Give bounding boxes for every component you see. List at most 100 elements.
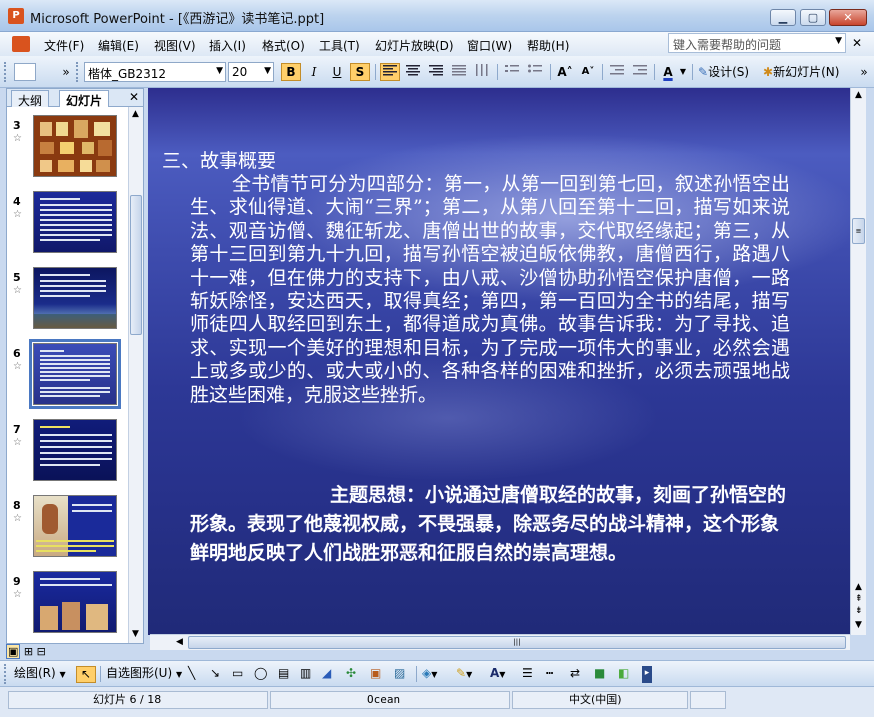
horizontal-scrollbar[interactable]: ◀ ||| [150,634,850,650]
font-name-select[interactable]: 楷体_GB2312 ▼ [84,62,226,82]
tab-slides[interactable]: 幻灯片 [59,90,110,108]
menu-slideshow[interactable]: 幻灯片放映(D) [375,37,454,54]
autoshapes-button[interactable]: 自选图形(U) ▼ [106,666,182,683]
chevron-down-icon[interactable]: ▼ [835,36,842,46]
slide-canvas[interactable]: 三、故事概要 全书情节可分为四部分：第一，从第一回到第七回，叙述孙悟空出生、求仙… [148,88,850,635]
slide-thumbnail-9[interactable] [33,571,117,633]
shadow-button[interactable]: S [350,63,370,81]
vertical-textbox-button[interactable]: ▥ [300,666,311,683]
scroll-down-icon[interactable]: ▼ [855,620,862,630]
pane-close-button[interactable]: ✕ [129,90,139,104]
shadow-style-button[interactable]: ■ [594,666,605,683]
toolbar-grip[interactable] [4,664,9,684]
scroll-thumb[interactable] [130,195,142,335]
line-color-button[interactable]: ✎▼ [456,666,472,683]
slide-thumbnail-5[interactable] [33,267,117,329]
arrow-style-button[interactable]: ⇄ [570,666,580,683]
new-slide-button[interactable]: ✱新幻灯片(N) [762,63,854,81]
thumb-text-line [36,550,96,552]
menu-insert[interactable]: 插入(I) [209,37,246,54]
close-button[interactable]: ✕ [829,9,867,26]
increase-font-button[interactable]: A˄ [555,63,575,81]
line-style-button[interactable]: ☰ [522,666,533,683]
toolbar-grip[interactable] [76,62,81,82]
scroll-up-icon[interactable]: ▲ [855,90,862,100]
wordart-button[interactable]: ◢ [322,666,331,683]
menu-edit[interactable]: 编辑(E) [98,37,139,54]
dash-style-button[interactable]: ┅ [546,666,553,683]
increase-indent-button[interactable] [630,63,650,81]
arrow-tool-button[interactable]: ↘ [210,666,220,683]
scroll-left-icon[interactable]: ◀ [176,637,183,647]
align-right-button[interactable] [426,63,446,81]
font-color-button[interactable]: A [659,63,677,81]
scroll-up-icon[interactable]: ▲ [132,109,139,119]
thumb-text-line [36,540,114,542]
oval-tool-button[interactable]: ◯ [254,666,267,683]
line-tool-button[interactable]: ╲ [188,666,195,683]
font-size-select[interactable]: 20 ▼ [228,62,274,82]
new-document-icon[interactable] [14,63,36,81]
menu-window[interactable]: 窗口(W) [467,37,512,54]
document-icon[interactable] [12,36,30,52]
numbering-button[interactable] [502,63,522,81]
minimize-button[interactable]: ▁ [770,9,796,26]
slide-sorter-icon[interactable]: ⊞ [24,645,33,658]
thumbnail-scrollbar[interactable]: ▲ ▼ [128,107,143,643]
scroll-down-icon[interactable]: ▼ [132,629,139,639]
clipart-button[interactable]: ▣ [370,666,381,683]
thumbnail-number: 8 [13,499,21,512]
slide-thumbnail-4[interactable] [33,191,117,253]
slideshow-icon[interactable]: ⊟ [37,645,46,658]
slide-thumbnail-7[interactable] [33,419,117,481]
toolbar-overflow-button[interactable]: » [60,63,72,81]
scroll-up-icon[interactable]: ▲ [855,582,862,592]
slide-heading[interactable]: 三、故事概要 [162,146,276,173]
toolbar-options-button[interactable]: » [858,63,870,81]
3d-style-button[interactable]: ◧ [618,666,629,683]
chevron-down-icon: ▼ [59,670,66,679]
slide-thumbnail-8[interactable] [33,495,117,557]
next-slide-icon[interactable]: ⇟ [855,606,863,616]
help-search-input[interactable]: 键入需要帮助的问题 ▼ [668,33,846,53]
scroll-thumb[interactable]: ||| [188,636,846,649]
align-center-button[interactable] [403,63,423,81]
slide-scrollbar[interactable]: ▲ ≡ ▲ ⇞ ⇟ ▼ [850,88,866,635]
diagram-button[interactable]: ✣ [346,666,356,683]
document-close-button[interactable]: ✕ [852,36,862,50]
scroll-thumb[interactable]: ≡ [852,218,865,244]
tab-outline[interactable]: 大纲 [11,90,50,108]
fill-color-button[interactable]: ◈▼ [422,666,437,683]
toolbar-options-button[interactable]: ▸ [642,666,652,683]
italic-button[interactable]: I [304,63,324,81]
slide-body-text[interactable]: 全书情节可分为四部分：第一，从第一回到第七回，叙述孙悟空出生、求仙得道、大闹“三… [190,173,790,407]
draw-font-color-button[interactable]: A▼ [490,666,505,683]
justify-button[interactable] [449,63,469,81]
bullets-button[interactable] [525,63,545,81]
textbox-tool-button[interactable]: ▤ [278,666,289,683]
distributed-button[interactable] [472,63,492,81]
slide-theme-text[interactable]: 主题思想：小说通过唐僧取经的故事，刻画了孙悟空的形象。表现了他蔑视权威，不畏强暴… [190,481,790,568]
select-pointer-button[interactable]: ↖ [76,666,96,683]
menu-format[interactable]: 格式(O) [262,37,305,54]
menu-tools[interactable]: 工具(T) [319,37,360,54]
insert-picture-button[interactable]: ▨ [394,666,405,683]
menu-help[interactable]: 帮助(H) [527,37,569,54]
design-button[interactable]: ✎设计(S) [697,63,759,81]
menu-file[interactable]: 文件(F) [44,37,84,54]
toolbar-grip[interactable] [4,62,9,82]
previous-slide-icon[interactable]: ⇞ [855,594,863,604]
decrease-indent-button[interactable] [607,63,627,81]
maximize-button[interactable]: ▢ [800,9,826,26]
bold-button[interactable]: B [281,63,301,81]
normal-view-icon[interactable]: ▣ [6,644,21,659]
slide-thumbnail-3[interactable] [33,115,117,177]
underline-button[interactable]: U [327,63,347,81]
rectangle-tool-button[interactable]: ▭ [232,666,243,683]
slide-thumbnail-6[interactable] [29,339,121,409]
menu-view[interactable]: 视图(V) [154,37,196,54]
draw-menu-button[interactable]: 绘图(R) ▼ [14,666,66,683]
chevron-down-icon[interactable]: ▼ [678,63,688,81]
decrease-font-button[interactable]: A˅ [578,63,598,81]
align-left-button[interactable] [380,63,400,81]
